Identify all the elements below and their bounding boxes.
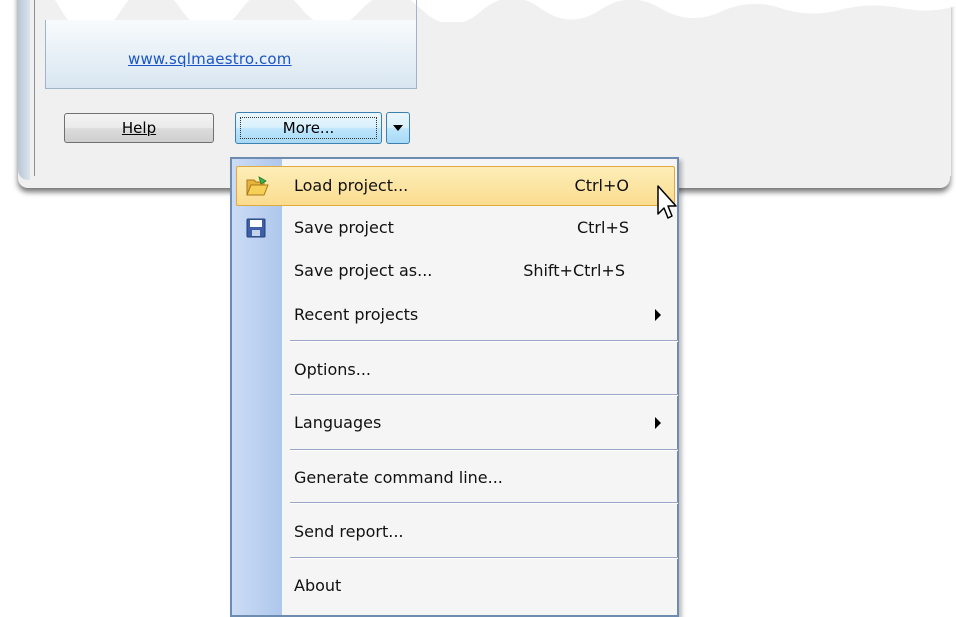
panel-divider (416, 0, 417, 88)
menu-item-label: Send report... (294, 522, 404, 541)
menu-item-shortcut: Shift+Ctrl+S (523, 261, 625, 280)
menu-item-label: Recent projects (294, 305, 419, 324)
menu-item-label: Generate command line... (294, 468, 503, 487)
menu-item-about[interactable]: About (236, 566, 675, 606)
folder-open-icon (246, 176, 269, 196)
menu-item-generate-command-line[interactable]: Generate command line... (236, 458, 675, 498)
mouse-pointer-icon (657, 185, 677, 219)
menu-separator (290, 502, 678, 504)
menu-item-load-project[interactable]: Load project... Ctrl+O (236, 166, 675, 206)
torn-edge (0, 0, 956, 22)
more-dropdown-button[interactable] (386, 112, 410, 144)
menu-item-languages[interactable]: Languages (236, 403, 675, 443)
menu-item-shortcut: Ctrl+O (574, 176, 629, 195)
menu-separator (290, 449, 678, 451)
menu-separator (290, 557, 678, 559)
save-icon (246, 218, 266, 238)
help-button[interactable]: Help (64, 113, 214, 143)
submenu-arrow-icon (655, 309, 661, 321)
menu-item-options[interactable]: Options... (236, 350, 675, 390)
menu-separator (290, 340, 678, 342)
menu-item-send-report[interactable]: Send report... (236, 512, 675, 552)
menu-item-label: Save project as... (294, 261, 433, 280)
link-panel: www.sqlmaestro.com (45, 0, 417, 89)
menu-item-label: Languages (294, 413, 382, 432)
more-dropdown-menu: Load project... Ctrl+O Save project Ctrl… (230, 157, 679, 617)
menu-item-recent-projects[interactable]: Recent projects (236, 295, 675, 335)
help-button-label: Help (121, 119, 157, 137)
window-frame (18, 0, 30, 180)
menu-separator (290, 394, 678, 396)
more-button[interactable]: More... (235, 112, 382, 144)
menu-item-save-project[interactable]: Save project Ctrl+S (236, 208, 675, 248)
menu-item-label: About (294, 576, 342, 595)
menu-item-save-project-as[interactable]: Save project as... Shift+Ctrl+S (236, 251, 675, 291)
menu-item-label: Options... (294, 360, 371, 379)
chevron-down-icon (393, 125, 403, 131)
menu-item-label: Load project... (294, 176, 409, 195)
submenu-arrow-icon (655, 417, 661, 429)
menu-item-shortcut: Ctrl+S (576, 218, 629, 237)
menu-item-label: Save project (294, 218, 394, 237)
website-link[interactable]: www.sqlmaestro.com (128, 50, 292, 68)
focus-rectangle (240, 117, 377, 139)
